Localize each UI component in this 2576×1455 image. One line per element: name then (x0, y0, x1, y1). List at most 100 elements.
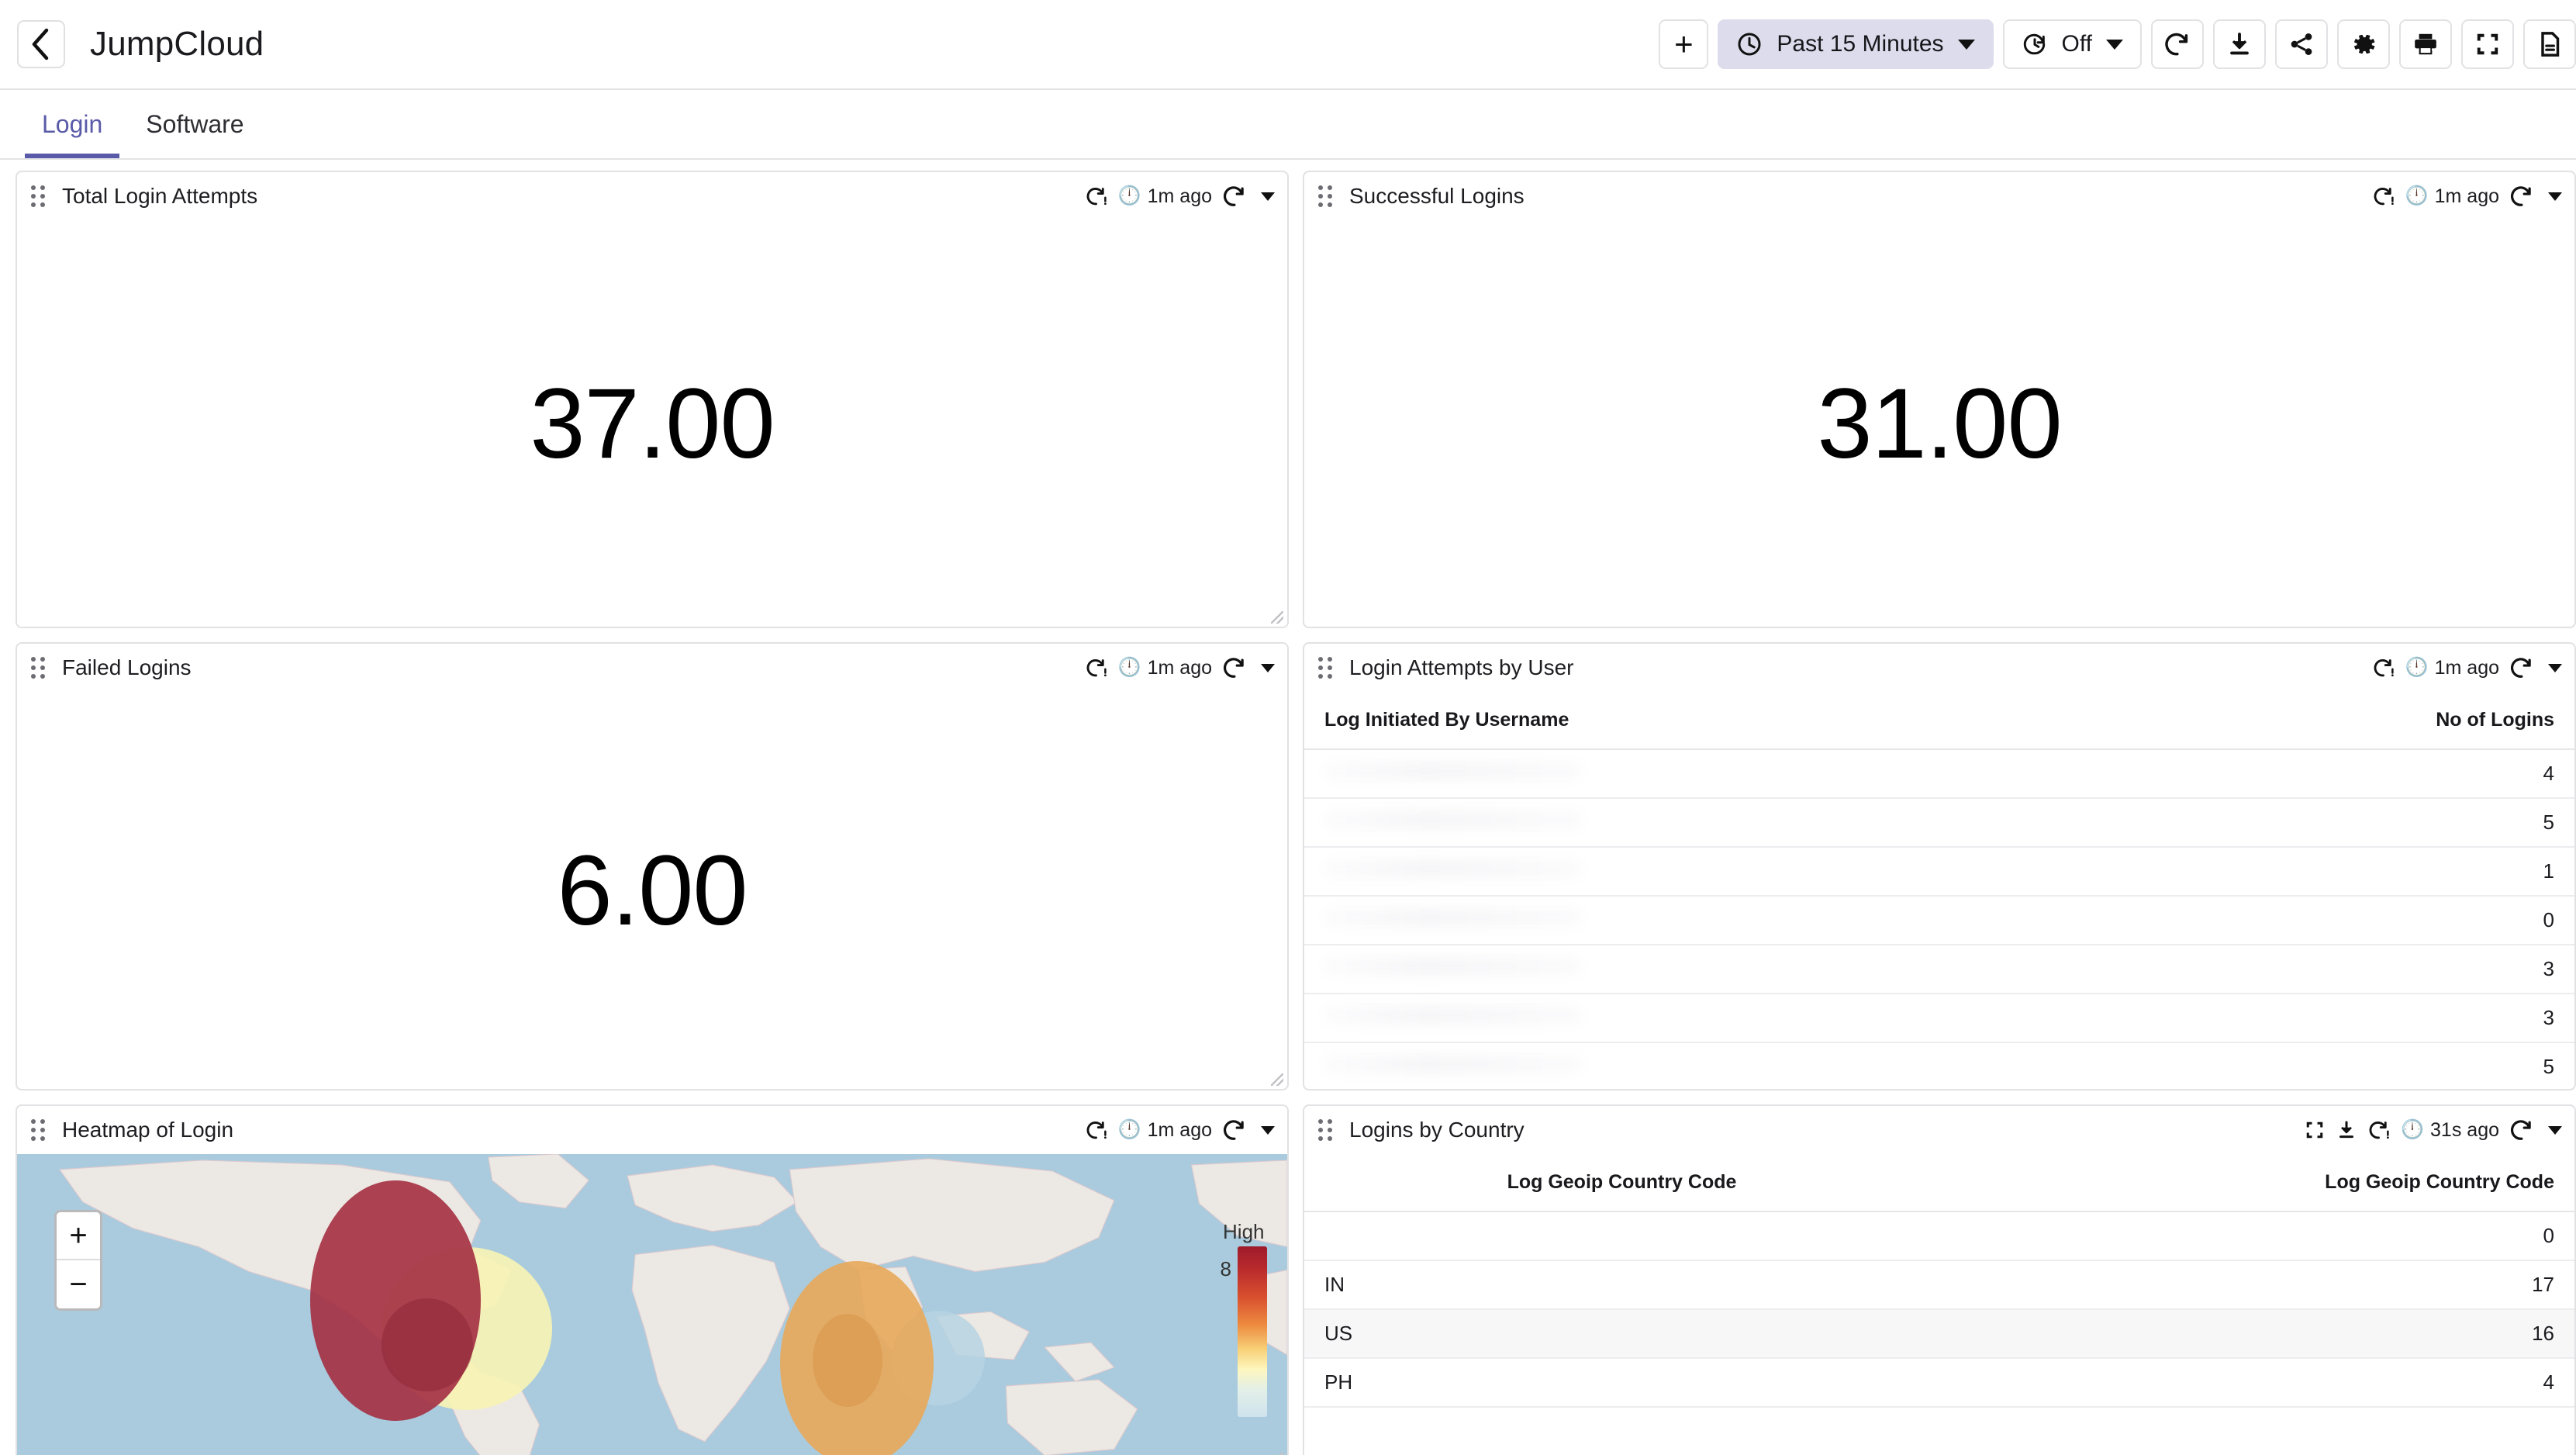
stale-refresh-icon[interactable] (1085, 1118, 1108, 1142)
heat-blob-north-america (310, 1180, 481, 1421)
redacted-username (1324, 810, 1580, 829)
table-row[interactable]: PH 4 (1304, 1358, 2574, 1407)
dashboard-grid: Total Login Attempts 🕛 1m ago (0, 160, 2576, 1455)
panel-tools: 🕛 1m ago (1085, 184, 1275, 209)
panel-title: Successful Logins (1349, 184, 1525, 209)
panel-menu-chevron-icon[interactable] (2548, 192, 2562, 201)
cell-logins: 1 (1939, 847, 2574, 896)
panel-timestamp-label: 1m ago (1148, 185, 1212, 208)
world-heatmap[interactable]: + − High 8 (17, 1154, 1287, 1455)
metric-value: 31.00 (1817, 367, 2061, 481)
back-button[interactable] (17, 20, 65, 68)
redacted-username (1324, 762, 1580, 780)
table-row[interactable]: 3 (1304, 994, 2574, 1042)
panel-fullscreen-icon[interactable] (2304, 1119, 2326, 1141)
panel-menu-chevron-icon[interactable] (2548, 1126, 2562, 1135)
table-header-row: Log Geoip Country Code Log Geoip Country… (1304, 1154, 2574, 1211)
panel-refresh-icon[interactable] (1222, 184, 1247, 209)
cell-logins: 5 (1939, 798, 2574, 847)
table-row[interactable]: 3 (1304, 945, 2574, 994)
stale-refresh-icon[interactable] (2372, 656, 2395, 679)
stale-refresh-icon[interactable] (1085, 185, 1108, 208)
panel-menu-chevron-icon[interactable] (2548, 664, 2562, 672)
drag-handle-icon[interactable] (31, 656, 48, 679)
gear-icon (2350, 30, 2377, 58)
table-row[interactable]: IN 17 (1304, 1260, 2574, 1309)
column-header-country-code[interactable]: Log Geoip Country Code (1304, 1154, 1939, 1211)
drag-handle-icon[interactable] (31, 185, 48, 208)
panel-resize-handle[interactable] (1271, 1452, 1283, 1455)
stale-refresh-icon[interactable] (2367, 1118, 2391, 1142)
drag-handle-icon[interactable] (1318, 1118, 1335, 1142)
time-range-selector[interactable]: Past 15 Minutes (1718, 19, 1993, 69)
add-panel-button[interactable]: + (1659, 19, 1708, 69)
heat-blob-north-america-core (382, 1298, 473, 1391)
panel-body: 37.00 (17, 220, 1287, 627)
panel-refresh-icon[interactable] (2509, 655, 2534, 680)
download-button[interactable] (2213, 19, 2266, 69)
print-button[interactable] (2399, 19, 2452, 69)
cell-logins: 0 (1939, 896, 2574, 945)
table-row[interactable]: 5 (1304, 1042, 2574, 1089)
panel-resize-handle[interactable] (1271, 611, 1283, 624)
panel-refresh-icon[interactable] (2509, 1118, 2534, 1142)
panel-resize-handle[interactable] (1271, 1073, 1283, 1086)
panel-title: Total Login Attempts (62, 184, 257, 209)
map-zoom-out-button[interactable]: − (57, 1260, 100, 1308)
panel-refresh-icon[interactable] (2509, 184, 2534, 209)
stale-refresh-icon[interactable] (2372, 185, 2395, 208)
panel-title: Logins by Country (1349, 1118, 1525, 1142)
clock-icon: 🕛 (2401, 1121, 2424, 1139)
clock-icon: 🕛 (2405, 658, 2429, 677)
tab-login[interactable]: Login (20, 90, 124, 158)
map-zoom-in-button[interactable]: + (57, 1212, 100, 1260)
column-header-country-count[interactable]: Log Geoip Country Code (1939, 1154, 2574, 1211)
table-row[interactable]: 1 (1304, 847, 2574, 896)
cell-country-count: 4 (1939, 1358, 2574, 1407)
table-row[interactable]: 4 (1304, 749, 2574, 798)
panel-refresh-icon[interactable] (1222, 1118, 1247, 1142)
chevron-left-icon (29, 27, 53, 61)
column-header-username[interactable]: Log Initiated By Username (1304, 692, 1939, 749)
panel-heatmap-of-login: Heatmap of Login 🕛 1m ago (16, 1104, 1289, 1455)
panel-menu-chevron-icon[interactable] (1261, 664, 1275, 672)
legend-max-value: 8 (1221, 1257, 1231, 1281)
auto-refresh-label: Off (2062, 31, 2092, 57)
panel-menu-chevron-icon[interactable] (1261, 192, 1275, 201)
table-row[interactable]: 0 (1304, 896, 2574, 945)
panel-tools: 🕛 1m ago (1085, 1118, 1275, 1142)
panel-body: 31.00 (1304, 220, 2574, 627)
cell-country-code (1304, 1211, 1939, 1260)
table-row[interactable]: US 16 (1304, 1309, 2574, 1358)
table-row[interactable]: 0 (1304, 1211, 2574, 1260)
share-button[interactable] (2275, 19, 2328, 69)
clock-icon: 🕛 (1118, 1121, 1141, 1139)
settings-button[interactable] (2337, 19, 2390, 69)
fullscreen-button[interactable] (2461, 19, 2514, 69)
report-button[interactable] (2523, 19, 2576, 69)
cell-logins: 3 (1939, 994, 2574, 1042)
cell-username (1304, 847, 1939, 896)
tab-software[interactable]: Software (124, 90, 265, 158)
panel-header: Total Login Attempts 🕛 1m ago (17, 172, 1287, 220)
drag-handle-icon[interactable] (31, 1118, 48, 1142)
auto-refresh-selector[interactable]: Off (2003, 19, 2142, 69)
panel-body: Log Initiated By Username No of Logins 4… (1304, 692, 2574, 1089)
panel-successful-logins: Successful Logins 🕛 1m ago (1303, 171, 2576, 628)
panel-refresh-icon[interactable] (1222, 655, 1247, 680)
drag-handle-icon[interactable] (1318, 185, 1335, 208)
panel-body: Log Geoip Country Code Log Geoip Country… (1304, 1154, 2574, 1455)
redacted-username (1324, 908, 1580, 927)
stale-refresh-icon[interactable] (1085, 656, 1108, 679)
clock-icon: 🕛 (1118, 658, 1141, 677)
panel-timestamp: 🕛 1m ago (2405, 657, 2499, 679)
panel-menu-chevron-icon[interactable] (1261, 1126, 1275, 1135)
refresh-button[interactable] (2151, 19, 2204, 69)
table-row[interactable]: 5 (1304, 798, 2574, 847)
panel-timestamp-label: 1m ago (1148, 657, 1212, 679)
column-header-logins[interactable]: No of Logins (1939, 692, 2574, 749)
panel-download-icon[interactable] (2336, 1119, 2357, 1141)
share-icon (2288, 30, 2315, 58)
fullscreen-icon (2474, 30, 2502, 58)
drag-handle-icon[interactable] (1318, 656, 1335, 679)
